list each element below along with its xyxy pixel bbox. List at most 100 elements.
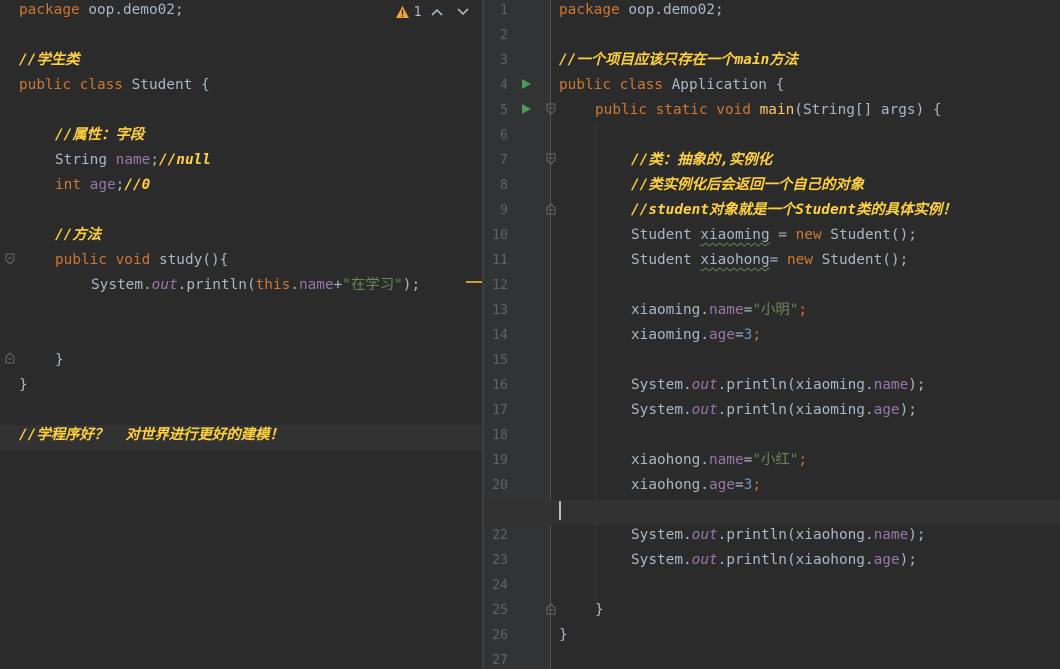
field-name: name — [115, 152, 151, 168]
run-gutter-icon[interactable] — [520, 103, 532, 115]
class-name: Student — [131, 77, 193, 93]
package-name: oop.demo02; — [79, 2, 184, 18]
line-number[interactable]: 3 — [484, 50, 508, 75]
string-literal: "小红" — [752, 452, 799, 468]
line-number[interactable]: 9 — [484, 200, 508, 225]
code-line: //类：抽象的,实例化 — [559, 150, 1060, 175]
plus: + — [333, 277, 343, 293]
comment: //一个项目应该只存在一个main方法 — [559, 52, 799, 68]
fold-start-icon[interactable] — [5, 253, 15, 265]
line-number[interactable]: 7 — [484, 150, 508, 175]
line-number[interactable]: 19 — [484, 450, 508, 475]
line-number[interactable]: 23 — [484, 550, 508, 575]
brace: } — [19, 377, 28, 393]
package-keyword: package — [559, 2, 620, 18]
line-number[interactable]: 24 — [484, 575, 508, 600]
line-number[interactable]: 4 — [484, 75, 508, 100]
field-name: age — [873, 402, 900, 418]
code-line: System.out.println(xiaohong.age); — [559, 550, 1060, 575]
fold-start-icon[interactable] — [546, 153, 556, 165]
line-number[interactable]: 8 — [484, 175, 508, 200]
code-line: //属性：字段 — [19, 125, 482, 150]
code-line: //一个项目应该只存在一个main方法 — [559, 50, 1060, 75]
left-editor-pane[interactable]: 1 package oop.demo02; //学生类 public class… — [0, 0, 482, 669]
line-number[interactable]: 17 — [484, 400, 508, 425]
fold-end-icon[interactable] — [5, 352, 15, 364]
field-name: name — [873, 527, 909, 543]
scroll-marker[interactable] — [466, 281, 482, 283]
assign: = — [734, 477, 744, 493]
method-name: study — [158, 252, 203, 268]
keyword: public static void — [595, 102, 760, 118]
line-number[interactable]: 10 — [484, 225, 508, 250]
line-number[interactable]: 5 — [484, 100, 508, 125]
object-ref: xiaohong. — [631, 452, 709, 468]
text-caret — [559, 500, 561, 520]
line-number[interactable]: 27 — [484, 650, 508, 669]
constructor: Student(); — [821, 227, 917, 243]
fold-end-icon[interactable] — [546, 203, 556, 215]
brace: } — [559, 627, 568, 643]
field-name: age — [873, 552, 900, 568]
line-number[interactable]: 20 — [484, 475, 508, 500]
call-end: ); — [899, 552, 917, 568]
code-line: } — [559, 600, 1060, 625]
constructor: Student(); — [812, 252, 909, 268]
code-line: //方法 — [19, 225, 482, 250]
code-line: xiaoming.age=3; — [559, 325, 1060, 350]
comment: //属性：字段 — [55, 127, 145, 143]
object-ref: xiaoming. — [631, 302, 709, 318]
brace: } — [55, 352, 64, 368]
static-field: out — [691, 527, 718, 543]
dot: . — [290, 277, 299, 293]
field-name: name — [708, 452, 744, 468]
this-keyword: this — [255, 277, 291, 293]
field-name: name — [298, 277, 334, 293]
object-ref: xiaoming. — [631, 327, 709, 343]
fold-end-icon[interactable] — [546, 603, 556, 615]
code-line: public class Application { — [559, 75, 1060, 100]
line-number[interactable]: 12 — [484, 275, 508, 300]
code-line: xiaoming.name="小明"; — [559, 300, 1060, 325]
current-code-line[interactable] — [484, 500, 1060, 525]
call-end: ); — [908, 377, 926, 393]
line-number[interactable]: 26 — [484, 625, 508, 650]
semicolon: ; — [150, 152, 159, 168]
ide-window: 1 package oop.demo02; //学生类 public class… — [0, 0, 1060, 669]
line-number[interactable]: 6 — [484, 125, 508, 150]
code-line: } — [19, 375, 482, 400]
line-number[interactable]: 22 — [484, 525, 508, 550]
comment: //类实例化后会返回一个自己的对象 — [631, 177, 865, 193]
fold-start-icon[interactable] — [546, 103, 556, 115]
class-name: Application — [671, 77, 767, 93]
line-number[interactable]: 14 — [484, 325, 508, 350]
code-line: System.out.println(xiaoming.name); — [559, 375, 1060, 400]
line-number[interactable]: 2 — [484, 25, 508, 50]
comment: //类：抽象的,实例化 — [631, 152, 773, 168]
line-number[interactable]: 1 — [484, 0, 508, 25]
semicolon: ; — [798, 302, 808, 318]
left-code-area[interactable]: package oop.demo02; //学生类 public class S… — [0, 0, 482, 450]
string-literal: "在学习" — [342, 277, 403, 293]
line-number[interactable]: 25 — [484, 600, 508, 625]
line-number[interactable]: 11 — [484, 250, 508, 275]
field-name: name — [873, 377, 909, 393]
static-field: out — [691, 402, 718, 418]
right-code-area[interactable]: package oop.demo02; //一个项目应该只存在一个main方法 … — [484, 0, 1060, 669]
run-gutter-icon[interactable] — [520, 78, 532, 90]
right-editor-pane[interactable]: 1234567891011121314151617181920212223242… — [484, 0, 1060, 669]
field-name: age — [708, 477, 735, 493]
comment: //student对象就是一个Student类的具体实例！ — [631, 202, 957, 218]
line-number[interactable]: 15 — [484, 350, 508, 375]
line-number[interactable]: 16 — [484, 375, 508, 400]
code-line: System.out.println(this.name+"在学习"); — [19, 275, 482, 300]
code-line: int age;//0 — [19, 175, 482, 200]
line-number[interactable]: 18 — [484, 425, 508, 450]
type: String — [55, 152, 116, 168]
line-number[interactable]: 13 — [484, 300, 508, 325]
